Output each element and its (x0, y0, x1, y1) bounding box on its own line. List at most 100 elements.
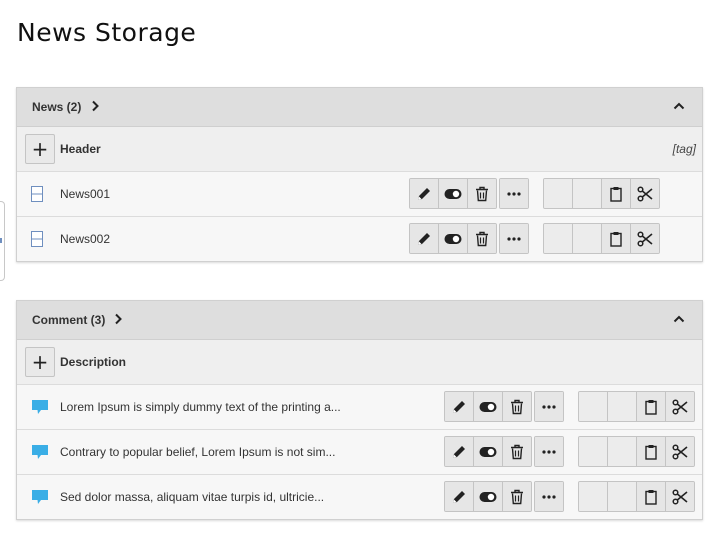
delete-button[interactable] (468, 179, 496, 208)
trash-icon (511, 399, 523, 414)
pencil-icon (453, 445, 465, 458)
add-news-button[interactable]: + (25, 134, 55, 164)
cut-button[interactable] (666, 437, 694, 466)
news-header-tag: [tag] (672, 142, 696, 156)
scissors-icon (672, 488, 688, 505)
add-comment-button[interactable]: + (25, 347, 55, 377)
toggle-button[interactable] (474, 437, 503, 466)
trash-icon (511, 444, 523, 459)
delete-button[interactable] (503, 482, 531, 511)
list-item[interactable]: Sed dolor massa, aliquam vitae turpis id… (17, 475, 702, 519)
more-button[interactable] (500, 179, 528, 208)
list-item[interactable]: News001 (17, 172, 702, 217)
chevron-right-icon[interactable] (91, 100, 99, 112)
speech-bubble-icon (32, 490, 48, 504)
plus-icon: + (31, 137, 49, 161)
clipboard-action-group (543, 223, 660, 254)
speech-bubble-icon (32, 445, 48, 459)
edit-button[interactable] (410, 224, 439, 253)
plus-icon: + (31, 350, 49, 374)
edit-button[interactable] (410, 179, 439, 208)
empty-slot (544, 224, 573, 253)
pencil-icon (418, 232, 430, 245)
comment-item-label: Lorem Ipsum is simply dummy text of the … (60, 400, 341, 414)
trash-icon (476, 231, 488, 246)
edit-button[interactable] (445, 482, 474, 511)
delete-button[interactable] (503, 392, 531, 421)
empty-slot (579, 437, 608, 466)
paste-button[interactable] (637, 482, 666, 511)
news-item-label: News001 (60, 187, 111, 201)
edit-button[interactable] (445, 437, 474, 466)
cut-button[interactable] (666, 482, 694, 511)
more-button[interactable] (500, 224, 528, 253)
toggle-button[interactable] (439, 224, 468, 253)
empty-slot (573, 179, 602, 208)
chevron-up-icon[interactable] (673, 102, 685, 110)
more-action-group (499, 223, 529, 254)
list-item[interactable]: News002 (17, 217, 702, 261)
news-panel: News (2) + Header [tag] News001 News002 (16, 87, 703, 262)
list-item[interactable]: Contrary to popular belief, Lorem Ipsum … (17, 430, 702, 475)
row-action-group (444, 481, 532, 512)
delete-button[interactable] (503, 437, 531, 466)
page-icon (31, 231, 43, 247)
ellipsis-icon (542, 494, 556, 499)
clipboard-icon (645, 489, 657, 505)
clipboard-action-group (578, 391, 695, 422)
more-button[interactable] (535, 392, 563, 421)
clipboard-icon (610, 186, 622, 202)
delete-button[interactable] (468, 224, 496, 253)
more-button[interactable] (535, 437, 563, 466)
scissors-icon (637, 230, 653, 247)
comment-panel-title: Comment (3) (32, 313, 106, 327)
ellipsis-icon (542, 449, 556, 454)
pencil-icon (418, 187, 430, 200)
more-action-group (534, 391, 564, 422)
scissors-icon (637, 185, 653, 202)
toggle-button[interactable] (439, 179, 468, 208)
cut-button[interactable] (631, 224, 659, 253)
toggle-icon (479, 491, 497, 502)
paste-button[interactable] (637, 392, 666, 421)
paste-button[interactable] (602, 179, 631, 208)
trash-icon (511, 489, 523, 504)
pencil-icon (453, 400, 465, 413)
more-action-group (534, 436, 564, 467)
scissors-icon (672, 443, 688, 460)
chevron-right-icon[interactable] (114, 313, 122, 325)
chevron-up-icon[interactable] (673, 315, 685, 323)
news-panel-header[interactable]: News (2) (17, 88, 702, 127)
empty-slot (608, 437, 637, 466)
clipboard-action-group (578, 481, 695, 512)
page-title: News Storage (17, 18, 197, 47)
news-panel-title: News (2) (32, 100, 82, 114)
toggle-icon (479, 401, 497, 412)
empty-slot (579, 482, 608, 511)
paste-button[interactable] (602, 224, 631, 253)
comment-item-label: Contrary to popular belief, Lorem Ipsum … (60, 445, 336, 459)
ellipsis-icon (507, 191, 521, 196)
toggle-button[interactable] (474, 392, 503, 421)
scissors-icon (672, 398, 688, 415)
cut-button[interactable] (666, 392, 694, 421)
comment-header-row: + Description (17, 340, 702, 385)
list-item[interactable]: Lorem Ipsum is simply dummy text of the … (17, 385, 702, 430)
side-drawer-tab[interactable] (0, 201, 5, 281)
clipboard-action-group (543, 178, 660, 209)
toggle-button[interactable] (474, 482, 503, 511)
comment-panel: Comment (3) + Description Lorem Ipsum is… (16, 300, 703, 520)
cut-button[interactable] (631, 179, 659, 208)
clipboard-action-group (578, 436, 695, 467)
more-button[interactable] (535, 482, 563, 511)
ellipsis-icon (542, 404, 556, 409)
row-action-group (444, 391, 532, 422)
news-item-label: News002 (60, 232, 111, 246)
paste-button[interactable] (637, 437, 666, 466)
empty-slot (608, 392, 637, 421)
edit-button[interactable] (445, 392, 474, 421)
empty-slot (544, 179, 573, 208)
comment-item-label: Sed dolor massa, aliquam vitae turpis id… (60, 490, 325, 504)
clipboard-icon (645, 444, 657, 460)
comment-panel-header[interactable]: Comment (3) (17, 301, 702, 340)
